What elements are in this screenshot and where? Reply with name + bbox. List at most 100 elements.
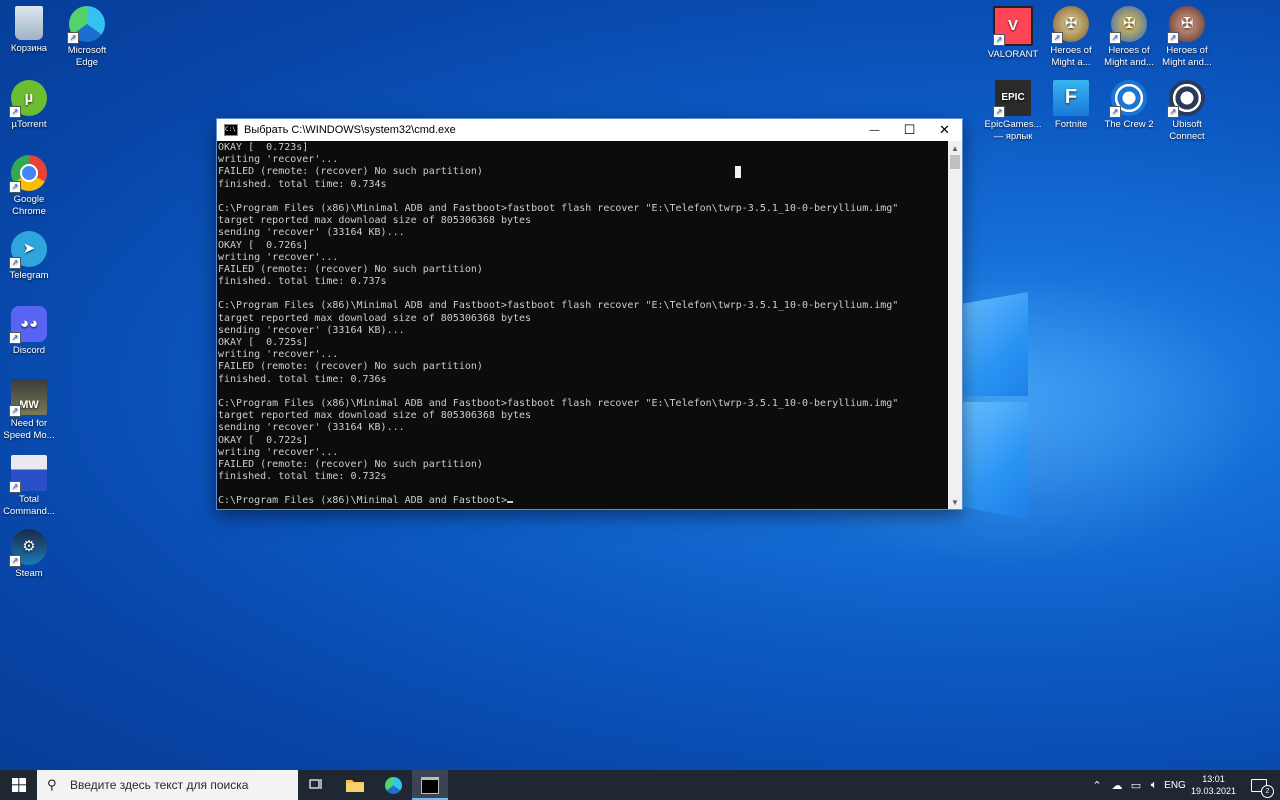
- search-placeholder: Введите здесь текст для поиска: [70, 778, 249, 792]
- close-button[interactable]: ✕: [927, 119, 962, 141]
- console-line: target reported max download size of 805…: [218, 312, 532, 324]
- taskbar-search-box[interactable]: ⚲ Введите здесь текст для поиска: [37, 770, 298, 800]
- console-line: C:\Program Files (x86)\Minimal ADB and F…: [218, 202, 899, 214]
- desktop-icon-heroes-3[interactable]: ✠ ↗ Heroes of Might and...: [1157, 6, 1217, 68]
- console-line: target reported max download size of 805…: [218, 410, 532, 422]
- notification-count-badge: 2: [1261, 785, 1274, 798]
- console-line: sending 'recover' (33164 KB)...: [218, 227, 405, 239]
- heroes-icon: ✠ ↗: [1051, 6, 1089, 44]
- tray-network[interactable]: ☁: [1108, 770, 1126, 800]
- taskbar: ⚲ Введите здесь текст для поиска ⌃ ☁ ▭ 🔈…: [0, 770, 1280, 800]
- console-line: FAILED (remote: (recover) No such partit…: [218, 361, 483, 373]
- console-line: sending 'recover' (33164 KB)...: [218, 422, 405, 434]
- clock-time: 13:01: [1202, 774, 1225, 784]
- console-line: OKAY [ 0.725s]: [218, 337, 309, 348]
- search-icon: ⚲: [47, 777, 57, 792]
- cmd-titlebar[interactable]: C:\ Выбрать C:\WINDOWS\system32\cmd.exe …: [217, 119, 962, 141]
- desktop-icon-ubisoft-connect[interactable]: ↗ Ubisoft Connect: [1157, 80, 1217, 142]
- mouse-selection-block: [735, 166, 741, 178]
- edge-icon: [384, 776, 402, 794]
- network-icon: ☁: [1111, 779, 1123, 792]
- text-cursor: [506, 501, 513, 504]
- console-line: writing 'recover'...: [218, 446, 339, 458]
- steam-icon: ⚙ ↗: [9, 529, 47, 567]
- scroll-thumb[interactable]: [950, 155, 960, 169]
- vertical-scrollbar[interactable]: ▲ ▼: [948, 141, 962, 509]
- desktop-icon-telegram[interactable]: ➤ ↗ Telegram: [0, 231, 59, 282]
- taskbar-cmd[interactable]: [412, 770, 448, 800]
- heroes-icon: ✠ ↗: [1109, 6, 1147, 44]
- tray-overflow-button[interactable]: ⌃: [1090, 770, 1104, 800]
- console-line: target reported max download size of 805…: [218, 215, 532, 227]
- taskbar-edge[interactable]: [375, 770, 411, 800]
- discord-icon: ◕◕ ↗: [9, 306, 47, 344]
- taskbar-clock[interactable]: 13:01 19.03.2021: [1186, 773, 1241, 797]
- start-button[interactable]: [0, 770, 37, 800]
- ubisoft-icon: ↗: [1167, 80, 1205, 118]
- cmd-icon: [421, 776, 439, 794]
- console-line: writing 'recover'...: [218, 251, 339, 263]
- console-line: writing 'recover'...: [218, 154, 339, 166]
- windows-start-icon: [11, 778, 26, 792]
- cmd-window-title: Выбрать C:\WINDOWS\system32\cmd.exe: [244, 124, 456, 136]
- console-line: FAILED (remote: (recover) No such partit…: [218, 263, 483, 275]
- tray-battery[interactable]: ▭: [1127, 770, 1145, 800]
- console-line: OKAY [ 0.723s]: [218, 142, 309, 153]
- desktop-icon-heroes-1[interactable]: ✠ ↗ Heroes of Might a...: [1041, 6, 1101, 68]
- task-view-icon: [309, 779, 322, 789]
- desktop-icon-recycle-bin[interactable]: Корзина: [0, 6, 59, 55]
- desktop-icon-epic-games[interactable]: EPIC ↗ EpicGames... — ярлык: [983, 80, 1043, 142]
- clock-date: 19.03.2021: [1190, 786, 1237, 796]
- tray-language[interactable]: ENG: [1162, 770, 1188, 800]
- console-prompt: C:\Program Files (x86)\Minimal ADB and F…: [218, 495, 946, 507]
- chrome-icon: ↗: [9, 155, 47, 193]
- action-center-button[interactable]: 2: [1244, 770, 1274, 800]
- desktop-icon-steam[interactable]: ⚙ ↗ Steam: [0, 529, 59, 580]
- heroes-icon: ✠ ↗: [1167, 6, 1205, 44]
- desktop-icon-nfs-mw[interactable]: MW ↗ Need for Speed Mo...: [0, 379, 59, 441]
- desktop-icon-the-crew-2[interactable]: ↗ The Crew 2: [1099, 80, 1159, 131]
- windows-logo-wallpaper: [958, 278, 1030, 520]
- minimize-button[interactable]: —: [857, 119, 892, 141]
- prompt-text: C:\Program Files (x86)\Minimal ADB and F…: [218, 495, 507, 507]
- console-line: OKAY [ 0.722s]: [218, 434, 309, 446]
- fortnite-icon: F: [1053, 80, 1089, 116]
- edge-icon: ↗: [67, 6, 105, 44]
- utorrent-icon: µ ↗: [9, 80, 47, 118]
- total-commander-icon: ↗: [9, 455, 47, 493]
- desktop-icon-fortnite[interactable]: F Fortnite: [1041, 80, 1101, 131]
- console-line: C:\Program Files (x86)\Minimal ADB and F…: [218, 300, 899, 312]
- tray-volume[interactable]: 🔈︎: [1145, 770, 1163, 800]
- console-line: FAILED (remote: (recover) No such partit…: [218, 166, 483, 178]
- chevron-up-icon: ⌃: [1092, 779, 1102, 792]
- console-line: OKAY [ 0.726s]: [218, 239, 309, 251]
- volume-icon: 🔈︎: [1150, 778, 1158, 791]
- task-view-button[interactable]: [298, 770, 334, 800]
- desktop-icon-discord[interactable]: ◕◕ ↗ Discord: [0, 306, 59, 357]
- taskbar-file-explorer[interactable]: [337, 770, 373, 800]
- console-line: writing 'recover'...: [218, 349, 339, 361]
- console-output[interactable]: OKAY [ 0.723s] writing 'recover'... FAILED…: [218, 142, 946, 508]
- scroll-down-icon[interactable]: ▼: [948, 495, 962, 509]
- desktop-icon-valorant[interactable]: V ↗ VALORANT: [983, 6, 1043, 61]
- desktop-icon-heroes-2[interactable]: ✠ ↗ Heroes of Might and...: [1099, 6, 1159, 68]
- console-line: sending 'recover' (33164 KB)...: [218, 324, 405, 336]
- telegram-icon: ➤ ↗: [9, 231, 47, 269]
- recycle-bin-icon: [15, 6, 43, 40]
- cmd-window[interactable]: C:\ Выбрать C:\WINDOWS\system32\cmd.exe …: [217, 119, 962, 509]
- console-line: finished. total time: 0.734s: [218, 178, 387, 190]
- console-line: FAILED (remote: (recover) No such partit…: [218, 458, 483, 470]
- desktop-icon-utorrent[interactable]: µ ↗ µTorrent: [0, 80, 59, 131]
- console-line: finished. total time: 0.736s: [218, 373, 387, 385]
- battery-icon: ▭: [1130, 779, 1142, 792]
- maximize-button[interactable]: ☐: [892, 119, 927, 141]
- desktop-icon-chrome[interactable]: ↗ Google Chrome: [0, 155, 59, 217]
- desktop-icon-total-commander[interactable]: ↗ Total Command...: [0, 455, 59, 517]
- desktop-icon-edge[interactable]: ↗ Microsoft Edge: [57, 6, 117, 68]
- nfs-mw-icon: MW ↗: [9, 379, 47, 417]
- scroll-up-icon[interactable]: ▲: [948, 141, 962, 155]
